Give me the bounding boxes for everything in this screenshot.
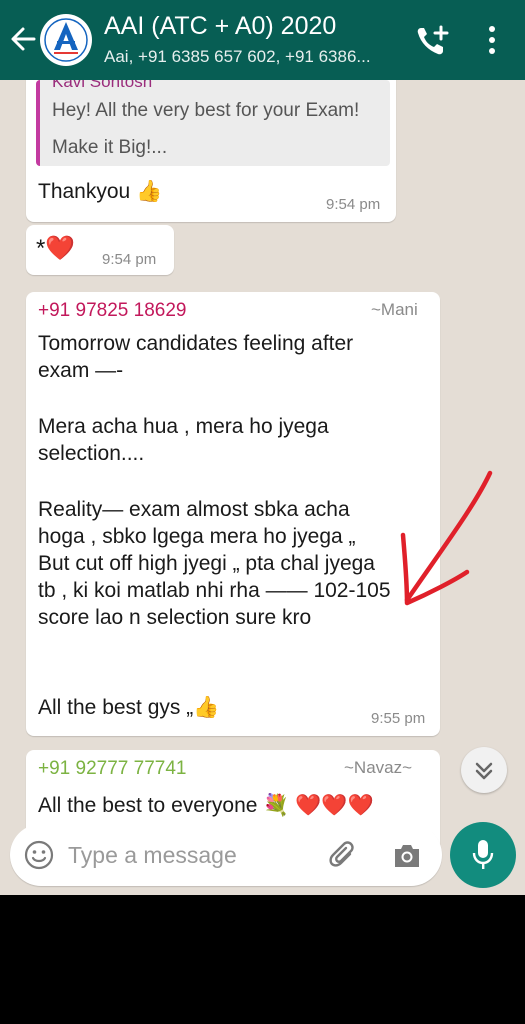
group-avatar[interactable] — [40, 14, 92, 66]
more-vert-icon[interactable] — [484, 24, 500, 56]
quoted-message[interactable]: Kavi Sontosh Hey! All the very best for … — [36, 80, 390, 166]
chat-title[interactable]: AAI (ATC + A0) 2020 — [104, 12, 336, 41]
heart-text: *❤️ — [36, 235, 76, 262]
long-message-bubble[interactable]: +91 97825 18629 ~Mani Tomorrow candidate… — [26, 292, 440, 736]
scroll-to-bottom-button[interactable] — [461, 747, 507, 793]
message-line: selection.... — [38, 442, 145, 465]
message-text: All the best to everyone 💐 ❤️❤️❤️ — [38, 794, 374, 817]
message-line: Mera acha hua , mera ho jyega — [38, 415, 329, 438]
sender-number[interactable]: +91 92777 77741 — [38, 758, 186, 780]
message-line: score lao n selection sure kro — [38, 606, 312, 629]
long-message-time: 9:55 pm — [371, 710, 426, 727]
voice-record-button[interactable] — [450, 822, 516, 888]
reply-message-bubble[interactable]: Kavi Sontosh Hey! All the very best for … — [26, 80, 396, 222]
message-input-bar — [10, 824, 442, 886]
sender-name: ~Navaz~ — [344, 758, 413, 777]
quoted-line-1: Hey! All the very best for your Exam! — [52, 100, 360, 121]
message-line: exam —- — [38, 359, 124, 382]
quoted-line-2: Make it Big!... — [52, 137, 168, 158]
message-line: All the best gys „👍 — [38, 696, 220, 719]
message-input[interactable] — [68, 838, 318, 872]
heart-message-bubble[interactable]: *❤️ 9:54 pm — [26, 225, 174, 275]
add-call-icon[interactable] — [414, 24, 450, 58]
back-arrow-icon[interactable] — [8, 22, 38, 56]
camera-icon[interactable] — [392, 842, 422, 870]
heart-time: 9:54 pm — [102, 251, 157, 268]
message-line: Tomorrow candidates feeling after — [38, 332, 354, 355]
attach-icon[interactable] — [328, 840, 358, 872]
chat-area[interactable]: Kavi Sontosh Hey! All the very best for … — [0, 80, 525, 895]
quoted-sender: Kavi Sontosh — [52, 80, 153, 91]
message-line: tb , ki koi matlab nhi rha —— 102-105 — [38, 579, 391, 602]
sender-number[interactable]: +91 97825 18629 — [38, 300, 186, 322]
mic-icon — [472, 840, 494, 869]
double-chevron-down-icon — [475, 762, 493, 780]
emoji-icon[interactable] — [24, 840, 54, 870]
reply-time: 9:54 pm — [326, 196, 381, 213]
sender-name: ~Mani — [371, 300, 418, 319]
chat-participants[interactable]: Aai, +91 6385 657 602, +91 6386... — [104, 47, 404, 67]
message-line: Reality— exam almost sbka acha — [38, 498, 350, 521]
red-arrow-annotation — [400, 470, 493, 606]
reply-text: Thankyou 👍 — [38, 180, 163, 203]
chat-header: AAI (ATC + A0) 2020 Aai, +91 6385 657 60… — [0, 0, 525, 80]
message-line: But cut off high jyegi „ pta chal jyega — [38, 552, 375, 575]
message-line: hoga , sbko lgega mera ho jyega „ — [38, 525, 356, 548]
navigation-bar-area — [0, 895, 525, 1024]
aai-logo-icon — [41, 15, 91, 65]
